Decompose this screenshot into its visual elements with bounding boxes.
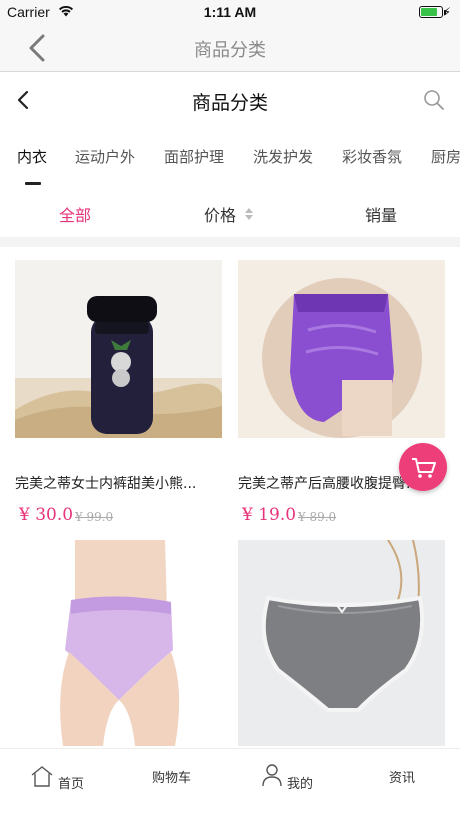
floating-cart-button[interactable] — [399, 443, 447, 491]
product-price: ¥ 19.0 — [242, 505, 297, 525]
page-title: 商品分类 — [191, 92, 268, 114]
tab-category-1[interactable]: 运动户外 — [75, 146, 135, 167]
battery-fill — [421, 8, 437, 16]
tab-mine[interactable] — [261, 763, 283, 791]
product-price: ¥ 30.0 — [19, 505, 74, 525]
tab-category-2[interactable]: 面部护理 — [164, 146, 224, 167]
battery-icon — [419, 6, 446, 18]
product-image — [238, 540, 445, 746]
tab-category-4[interactable]: 彩妆香氛 — [342, 146, 402, 167]
bottom-tab-bar: 首页 购物车 我的 资讯 — [0, 748, 460, 818]
tab-mine-label[interactable]: 我的 — [287, 773, 313, 792]
product-card[interactable] — [15, 540, 222, 746]
tab-category-0[interactable]: 内衣 — [17, 146, 47, 167]
sort-all-button[interactable]: 全部 — [59, 202, 91, 226]
product-image — [238, 260, 445, 438]
sort-sales-button[interactable]: 销量 — [365, 202, 397, 226]
category-tabs: 内衣 运动户外 面部护理 洗发护发 彩妆香氛 厨房 — [0, 140, 460, 184]
user-icon — [262, 764, 282, 787]
tab-news-label[interactable]: 资讯 — [389, 767, 415, 786]
product-card[interactable] — [238, 540, 445, 746]
tab-home-label[interactable]: 首页 — [58, 773, 84, 792]
tab-cart-label[interactable]: 购物车 — [152, 767, 191, 786]
product-card[interactable]: 完美之蒂女士内裤甜美小熊... ¥ 30.0 ¥ 99.0 — [15, 260, 222, 530]
status-bar: Carrier 1:11 AM ⚡ — [0, 0, 460, 24]
tab-home[interactable] — [30, 764, 54, 792]
product-image — [15, 260, 222, 438]
section-divider — [0, 237, 460, 247]
home-icon — [31, 766, 53, 787]
product-image — [15, 540, 222, 746]
product-original-price: ¥ 99.0 — [75, 510, 114, 524]
sort-bar: 全部 价格 销量 — [0, 192, 460, 232]
active-tab-indicator — [25, 182, 41, 185]
outer-nav-bar: 商品分类 — [0, 24, 460, 72]
product-name: 完美之蒂女士内裤甜美小熊... — [15, 476, 197, 492]
tab-category-3[interactable]: 洗发护发 — [253, 146, 313, 167]
sort-price-button[interactable]: 价格 — [204, 202, 236, 226]
charging-icon: ⚡ — [442, 5, 451, 19]
inner-nav-bar: 商品分类 — [0, 72, 460, 128]
cart-icon — [412, 458, 436, 478]
outer-page-title: 商品分类 — [194, 40, 266, 61]
search-icon[interactable] — [422, 88, 446, 112]
clock: 1:11 AM — [203, 4, 257, 20]
sort-arrows-icon — [245, 208, 253, 220]
product-original-price: ¥ 89.0 — [298, 510, 337, 524]
tab-category-5[interactable]: 厨房 — [431, 146, 460, 167]
